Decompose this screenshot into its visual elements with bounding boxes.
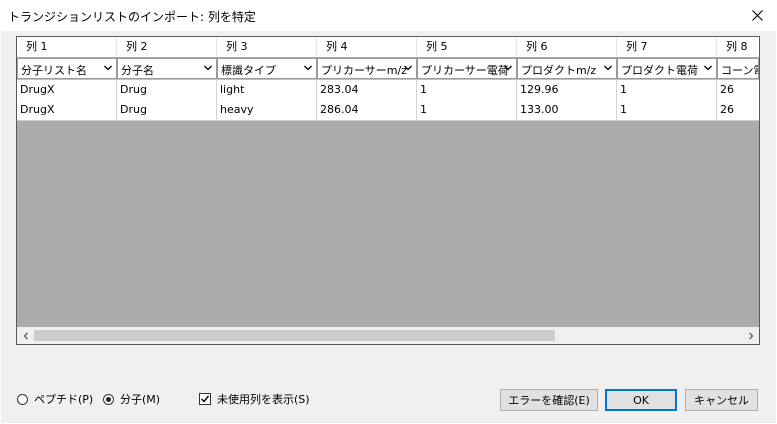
- column-type-dropdown[interactable]: コーン電: [717, 58, 759, 79]
- table-cell[interactable]: heavy: [217, 100, 317, 120]
- peptide-radio-label: ペプチド(P): [34, 393, 94, 406]
- column-type-value: プリカーサーm/z: [321, 64, 407, 77]
- column-type-value: プロダクト電荷: [621, 64, 698, 77]
- scrollbar-thumb[interactable]: [34, 330, 555, 341]
- column-name: 列 4: [317, 37, 417, 57]
- table-cell[interactable]: 133.00: [517, 100, 617, 120]
- column-type-value: コーン電: [721, 64, 758, 77]
- table-row: DrugX Drug light 283.04 1 129.96 1 26: [17, 80, 759, 101]
- column-name: 列 5: [417, 37, 517, 57]
- table-cell[interactable]: Drug: [117, 100, 217, 120]
- table-cell[interactable]: 1: [617, 100, 717, 120]
- column-type-value: 標識タイプ: [221, 64, 276, 77]
- table-cell[interactable]: DrugX: [17, 100, 117, 120]
- table-cell[interactable]: 286.04: [317, 100, 417, 120]
- close-button[interactable]: [737, 0, 777, 31]
- scroll-left-button[interactable]: [17, 327, 34, 344]
- column-type-dropdown[interactable]: 標識タイプ: [217, 58, 317, 79]
- table-cell[interactable]: 129.96: [517, 80, 617, 100]
- column-type-row: 分子リスト名 分子名 標識タイプ プリカーサーm/z プリカーサー電荷 プロダク…: [17, 58, 759, 80]
- show-unused-columns-label: 未使用列を表示(S): [217, 393, 310, 406]
- column-type-dropdown[interactable]: 分子名: [117, 58, 217, 79]
- column-type-dropdown[interactable]: プリカーサー電荷: [417, 58, 517, 79]
- table-cell[interactable]: light: [217, 80, 317, 100]
- chevron-down-icon: [604, 65, 612, 71]
- column-type-dropdown[interactable]: 分子リスト名: [17, 58, 117, 79]
- chevron-left-icon: [23, 332, 28, 339]
- column-type-value: 分子名: [121, 64, 154, 77]
- column-name: 列 1: [17, 37, 117, 57]
- cancel-button[interactable]: キャンセル: [685, 389, 758, 411]
- column-name-row: 列 1 列 2 列 3 列 4 列 5 列 6 列 7 列 8: [17, 37, 759, 57]
- window-title: トランジションリストのインポート: 列を特定: [8, 10, 256, 24]
- table-cell[interactable]: DrugX: [17, 80, 117, 100]
- peptide-radio[interactable]: ペプチド(P): [17, 391, 93, 407]
- column-type-value: プロダクトm/z: [521, 64, 597, 77]
- columns-grid: 列 1 列 2 列 3 列 4 列 5 列 6 列 7 列 8 分子リスト名 分…: [16, 36, 760, 345]
- column-name: 列 3: [217, 37, 317, 57]
- chevron-down-icon: [704, 65, 712, 71]
- column-type-dropdown[interactable]: プロダクト電荷: [617, 58, 717, 79]
- ok-button[interactable]: OK: [605, 389, 677, 411]
- table-cell[interactable]: Drug: [117, 80, 217, 100]
- table-row: DrugX Drug heavy 286.04 1 133.00 1 26: [17, 100, 759, 121]
- close-icon: [751, 10, 763, 21]
- radio-button[interactable]: [103, 393, 114, 405]
- chevron-down-icon: [204, 65, 212, 71]
- table-cell[interactable]: 26: [717, 80, 759, 100]
- column-name: 列 6: [517, 37, 617, 57]
- molecule-radio-label: 分子(M): [120, 393, 161, 406]
- title-bar: トランジションリストのインポート: 列を特定: [0, 0, 777, 31]
- table-cell[interactable]: 26: [717, 100, 759, 120]
- table-cell[interactable]: 283.04: [317, 80, 417, 100]
- horizontal-scrollbar[interactable]: [17, 327, 759, 344]
- chevron-down-icon: [404, 65, 412, 71]
- column-name: 列 2: [117, 37, 217, 57]
- radio-button[interactable]: [17, 393, 28, 405]
- column-type-value: プリカーサー電荷: [421, 64, 509, 77]
- table-cell[interactable]: 1: [417, 100, 517, 120]
- chevron-down-icon: [504, 65, 512, 71]
- table-cell[interactable]: 1: [417, 80, 517, 100]
- table-cell[interactable]: 1: [617, 80, 717, 100]
- chevron-right-icon: [748, 332, 753, 339]
- column-type-dropdown[interactable]: プロダクトm/z: [517, 58, 617, 79]
- checkbox[interactable]: [199, 393, 211, 405]
- checkmark-icon: [201, 395, 210, 403]
- molecule-radio[interactable]: 分子(M): [103, 391, 160, 407]
- column-type-value: 分子リスト名: [21, 64, 87, 77]
- check-errors-button[interactable]: エラーを確認(E): [500, 389, 598, 411]
- column-name: 列 7: [617, 37, 717, 57]
- column-type-dropdown[interactable]: プリカーサーm/z: [317, 58, 417, 79]
- column-name: 列 8: [726, 40, 748, 53]
- chevron-down-icon: [104, 65, 112, 71]
- show-unused-columns-checkbox[interactable]: 未使用列を表示(S): [199, 391, 310, 407]
- chevron-down-icon: [304, 65, 312, 71]
- scroll-right-button[interactable]: [742, 327, 759, 344]
